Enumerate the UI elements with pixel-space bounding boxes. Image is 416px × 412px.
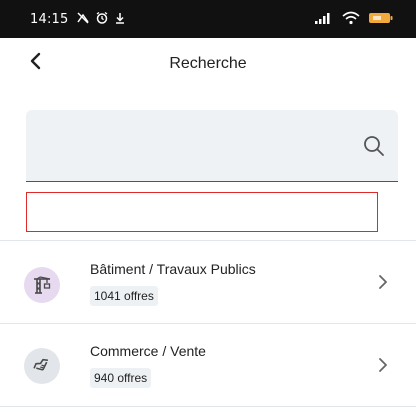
divider (0, 406, 416, 407)
alarm-icon (95, 11, 109, 25)
search-icon[interactable] (362, 134, 386, 163)
crane-icon (24, 267, 60, 303)
wifi-icon (342, 11, 360, 25)
status-icons-left (76, 11, 126, 25)
app-screen: 14:15 Recherche Bâtiment / Travaux Publi… (0, 0, 416, 412)
slash-icon (76, 11, 90, 25)
category-label: Bâtiment / Travaux Publics (90, 261, 256, 277)
signal-icon (314, 11, 334, 25)
handshake-icon (24, 348, 60, 384)
highlight-box (26, 192, 378, 232)
category-count-badge: 940 offres (90, 368, 152, 388)
download-icon (114, 11, 126, 25)
page-title: Recherche (169, 55, 247, 72)
category-label: Commerce / Vente (90, 343, 206, 359)
category-count-badge: 1041 offres (90, 286, 158, 306)
search-input[interactable] (38, 110, 348, 182)
category-row-commerce[interactable]: Commerce / Vente 940 offres (0, 324, 416, 406)
status-time: 14:15 (30, 12, 69, 27)
battery-icon (368, 11, 394, 25)
status-icons-right (314, 11, 394, 25)
status-bar: 14:15 (0, 0, 416, 38)
app-header: Recherche (0, 38, 416, 92)
search-field (26, 110, 398, 182)
chevron-right-icon (378, 357, 388, 378)
chevron-right-icon (378, 274, 388, 295)
category-row-batiment[interactable]: Bâtiment / Travaux Publics 1041 offres (0, 241, 416, 323)
